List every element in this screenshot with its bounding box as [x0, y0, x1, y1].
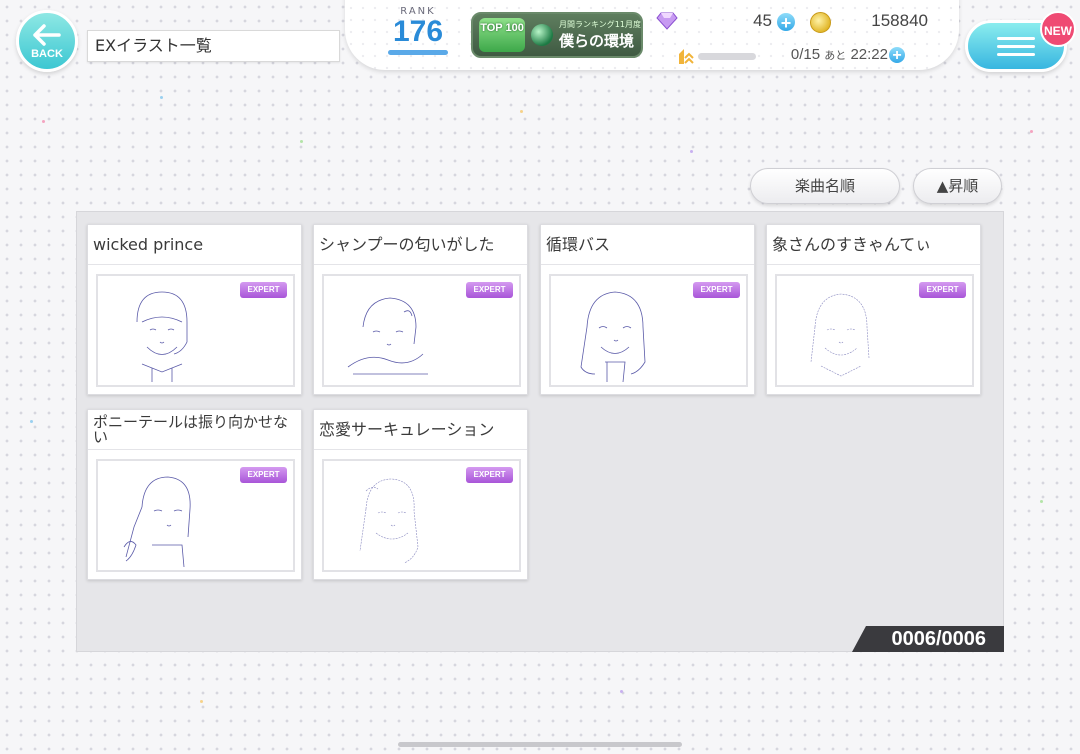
expert-badge: EXPERT: [240, 282, 287, 298]
stamina-suffix: あと: [824, 50, 847, 62]
confetti-dot: [30, 420, 33, 423]
gem-count: 45: [753, 11, 772, 30]
confetti-dot: [620, 690, 623, 693]
stamina-value: 0/15: [790, 46, 821, 63]
banner-subtitle: 月間ランキング11月度: [559, 20, 641, 29]
illustration-card[interactable]: ポニーテールは振り向かせない EXPERT: [87, 409, 302, 580]
coin-count: 158840: [871, 11, 928, 30]
add-stamina-button[interactable]: +: [887, 45, 907, 65]
illustration-card[interactable]: 循環バス EXPERT: [540, 224, 755, 395]
illustration-thumbnail: EXPERT: [96, 459, 295, 572]
stamina-text: 0/15 あと 22:22: [760, 46, 888, 63]
ranking-banner[interactable]: TOP 100 月間ランキング11月度 僕らの環境: [471, 12, 643, 58]
rank-progress-bar: [388, 50, 448, 55]
page-title: EXイラスト一覧: [87, 30, 340, 62]
hamburger-icon: [997, 32, 1035, 61]
coin-icon: [810, 12, 831, 33]
confetti-dot: [1040, 500, 1043, 503]
illustration-thumbnail: EXPERT: [96, 274, 295, 387]
expert-badge: EXPERT: [919, 282, 966, 298]
illustration-card[interactable]: シャンプーの匂いがした EXPERT: [313, 224, 528, 395]
expert-badge: EXPERT: [466, 282, 513, 298]
illustration-thumbnail: EXPERT: [322, 459, 521, 572]
sketch-image: [810, 293, 870, 377]
stamina-icon: [676, 46, 694, 66]
confetti-dot: [160, 96, 163, 99]
orb-icon: [531, 24, 553, 46]
back-arrow-icon: [32, 23, 62, 47]
illustration-card[interactable]: 恋愛サーキュレーション EXPERT: [313, 409, 528, 580]
illustration-thumbnail: EXPERT: [549, 274, 748, 387]
expert-badge: EXPERT: [693, 282, 740, 298]
confetti-dot: [42, 120, 45, 123]
card-title: 循環バス: [541, 225, 754, 265]
rank-value: 176: [392, 15, 444, 48]
confetti-dot: [300, 140, 303, 143]
sketch-image: [580, 291, 646, 382]
confetti-dot: [1030, 130, 1033, 133]
sketch-image: [347, 297, 428, 375]
back-label: BACK: [31, 47, 63, 60]
back-button[interactable]: BACK: [16, 10, 78, 72]
expert-badge: EXPERT: [466, 467, 513, 483]
sketch-image: [359, 478, 419, 564]
sort-direction-button[interactable]: ▲昇順: [913, 168, 1002, 204]
home-indicator[interactable]: [398, 742, 682, 747]
confetti-dot: [690, 150, 693, 153]
stamina-timer: 22:22: [850, 46, 888, 63]
illustration-thumbnail: EXPERT: [322, 274, 521, 387]
top100-badge: TOP 100: [479, 18, 525, 52]
confetti-dot: [200, 700, 203, 703]
confetti-dot: [520, 110, 523, 113]
rank-display: RANK 176: [375, 6, 461, 64]
card-title: wicked prince: [88, 225, 301, 265]
card-title: 象さんのすきゃんてぃ: [767, 225, 980, 265]
sort-order-button[interactable]: 楽曲名順: [750, 168, 900, 204]
expert-badge: EXPERT: [240, 467, 287, 483]
banner-title: 僕らの環境: [559, 32, 635, 50]
card-title: シャンプーの匂いがした: [314, 225, 527, 265]
card-title: ポニーテールは振り向かせない: [88, 410, 301, 450]
sketch-image: [136, 291, 188, 382]
add-gems-button[interactable]: +: [775, 11, 797, 33]
illustration-card[interactable]: 象さんのすきゃんてぃ EXPERT: [766, 224, 981, 395]
gem-icon: [656, 12, 678, 30]
item-counter: 0006/0006: [852, 626, 1004, 652]
new-badge: NEW: [1040, 11, 1076, 47]
illustration-card[interactable]: wicked prince EXPERT: [87, 224, 302, 395]
card-title: 恋愛サーキュレーション: [314, 410, 527, 450]
sketch-image: [123, 476, 191, 567]
stamina-bar: [698, 53, 756, 60]
illustration-thumbnail: EXPERT: [775, 274, 974, 387]
